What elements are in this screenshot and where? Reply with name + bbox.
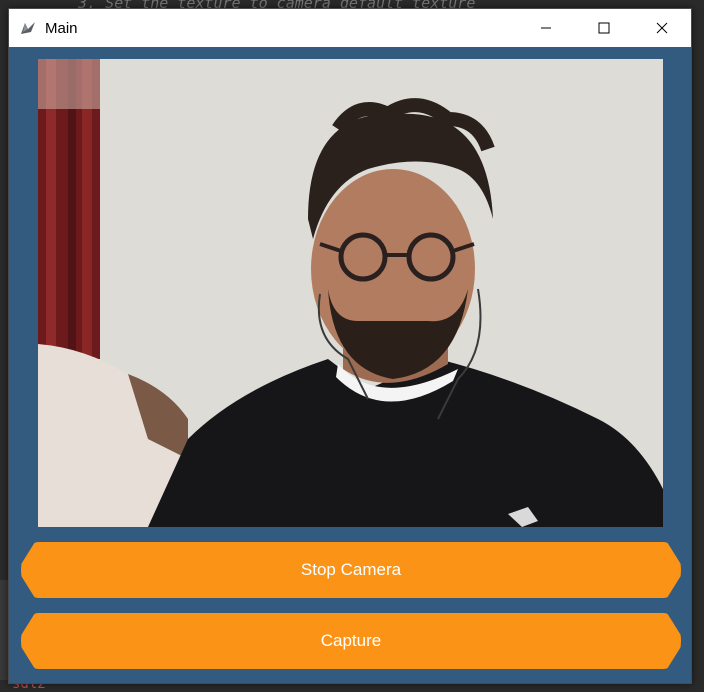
background-strip xyxy=(0,580,8,680)
kivy-logo-icon xyxy=(17,17,39,39)
title-bar[interactable]: Main xyxy=(9,9,691,47)
minimize-button[interactable] xyxy=(517,9,575,47)
window-controls xyxy=(517,9,691,47)
window-title: Main xyxy=(45,19,78,37)
capture-button[interactable]: Capture xyxy=(21,613,681,669)
camera-feed xyxy=(38,59,663,527)
minimize-icon xyxy=(541,27,551,29)
maximize-icon xyxy=(598,22,610,34)
maximize-button[interactable] xyxy=(575,9,633,47)
close-icon xyxy=(656,22,668,34)
close-button[interactable] xyxy=(633,9,691,47)
main-window: Main Stop Camera Capture xyxy=(8,8,692,684)
stop-camera-button[interactable]: Stop Camera xyxy=(21,542,681,598)
